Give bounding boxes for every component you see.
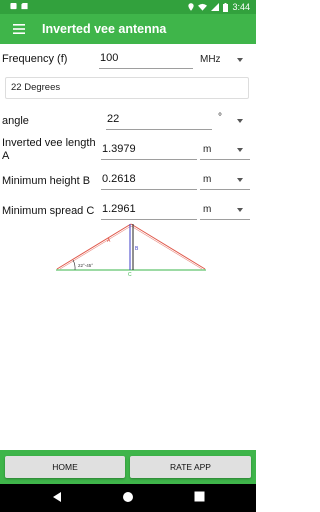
- length-unit-select[interactable]: m: [203, 144, 211, 155]
- length-output[interactable]: 1.3979: [101, 142, 197, 160]
- home-button[interactable]: HOME: [5, 456, 125, 478]
- label-a: A: [107, 238, 111, 244]
- inverted-vee-diagram: 22°-45° A B C: [56, 223, 206, 278]
- length-unit-dropdown-icon[interactable]: [237, 148, 243, 152]
- status-bar: 3:44: [0, 0, 256, 14]
- angle-row: angle 22 °: [0, 110, 256, 132]
- frequency-unit-dropdown-icon[interactable]: [237, 58, 243, 62]
- min-spread-unit-dropdown-icon[interactable]: [237, 208, 243, 212]
- label-b: B: [135, 246, 139, 252]
- frequency-row: Frequency (f) 100 MHz: [0, 48, 256, 70]
- degrees-display: 22 Degrees: [5, 77, 249, 99]
- app-title: Inverted vee antenna: [42, 22, 167, 36]
- frequency-label: Frequency (f): [2, 53, 68, 65]
- app-bar: Inverted vee antenna: [0, 14, 256, 44]
- rate-app-button[interactable]: RATE APP: [130, 456, 251, 478]
- length-label: Inverted vee length A: [2, 137, 96, 162]
- wifi-icon: [198, 3, 208, 11]
- length-unit-underline: [200, 159, 250, 160]
- hamburger-menu-icon[interactable]: [6, 14, 32, 44]
- battery-icon: [223, 2, 229, 12]
- angle-unit-select[interactable]: °: [218, 112, 222, 123]
- angle-arc: [72, 259, 76, 271]
- min-spread-unit-select[interactable]: m: [203, 204, 211, 215]
- label-c: C: [128, 272, 132, 278]
- angle-label: angle: [2, 115, 29, 127]
- antenna-leg-right: [130, 223, 206, 270]
- min-height-label: Minimum height B: [2, 175, 91, 187]
- min-spread-output[interactable]: 1.2961: [101, 202, 197, 220]
- status-time: 3:44: [232, 2, 250, 12]
- antenna-leg-left: [56, 223, 132, 270]
- length-row: Inverted vee length A 1.3979 m: [0, 137, 256, 165]
- back-icon[interactable]: [52, 491, 62, 503]
- min-height-row: Minimum height B 0.2618 m: [0, 172, 256, 194]
- min-spread-label: Minimum spread C: [2, 205, 95, 217]
- location-icon: [188, 3, 195, 11]
- angle-unit-dropdown-icon[interactable]: [237, 119, 243, 123]
- signal-icon: [211, 3, 220, 11]
- sd-card-icon: [21, 2, 28, 10]
- home-nav-icon[interactable]: [122, 491, 134, 503]
- frequency-unit-select[interactable]: MHz: [200, 54, 221, 65]
- bottom-button-bar: HOME RATE APP: [0, 450, 256, 484]
- min-spread-unit-underline: [200, 219, 250, 220]
- min-height-unit-select[interactable]: m: [203, 174, 211, 185]
- min-height-output[interactable]: 0.2618: [101, 172, 197, 190]
- min-height-unit-dropdown-icon[interactable]: [237, 178, 243, 182]
- angle-input[interactable]: 22: [106, 112, 212, 130]
- frequency-input[interactable]: 100: [99, 51, 193, 69]
- recents-icon[interactable]: [194, 491, 205, 502]
- angle-range-label: 22°-45°: [78, 263, 93, 268]
- min-height-unit-underline: [200, 189, 250, 190]
- notification-icon: [10, 2, 17, 10]
- system-nav-bar: [0, 484, 256, 512]
